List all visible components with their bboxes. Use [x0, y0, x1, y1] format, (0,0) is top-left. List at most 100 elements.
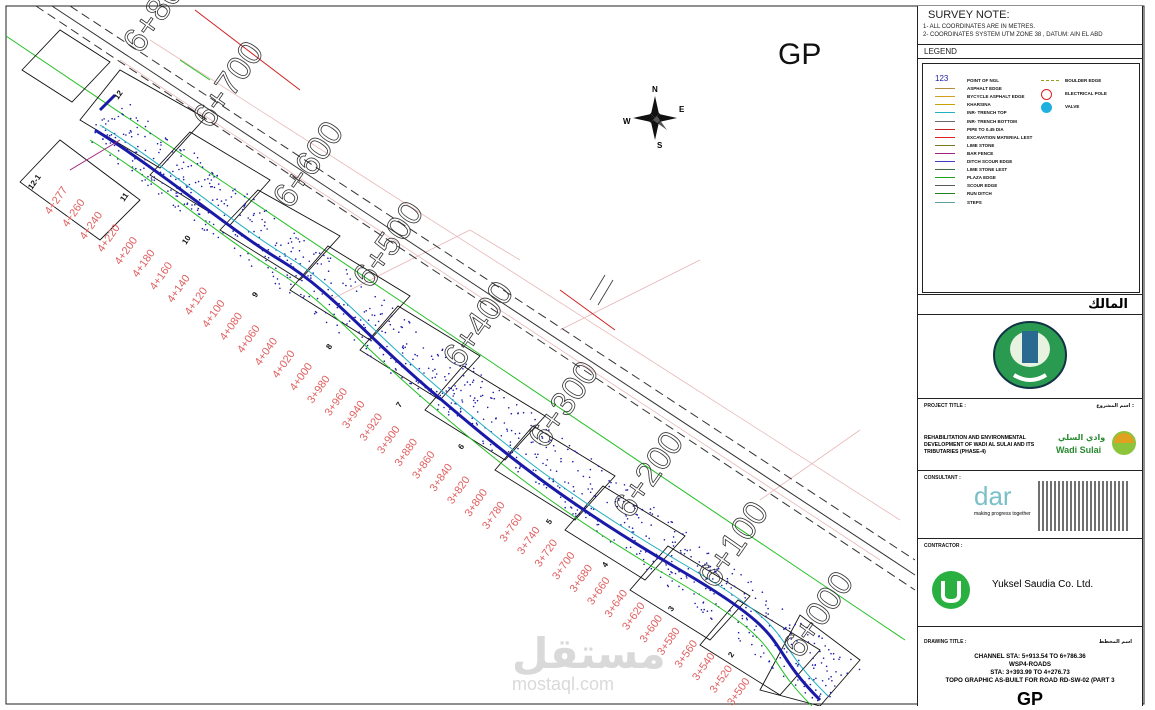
survey-point	[471, 381, 474, 384]
survey-point	[271, 271, 274, 274]
survey-point	[522, 411, 525, 414]
survey-point	[743, 592, 746, 595]
survey-point	[401, 352, 404, 354]
survey-point	[650, 524, 652, 526]
survey-point	[137, 133, 139, 136]
survey-point	[161, 182, 164, 184]
survey-point	[172, 170, 174, 173]
survey-point	[377, 320, 380, 323]
survey-point	[833, 658, 835, 660]
survey-point	[819, 693, 822, 695]
survey-point	[287, 242, 290, 244]
project-section: PROJECT TITLE : اسم المشروع : REHABILITA…	[918, 398, 1142, 470]
chainage-left-label: 3+740	[515, 525, 543, 557]
chainage-left-label: 4+060	[235, 323, 263, 355]
survey-point	[204, 178, 206, 181]
channel-lines	[69, 93, 829, 706]
survey-point	[186, 202, 189, 204]
legend-label: VALVE	[1065, 104, 1080, 109]
survey-point	[694, 602, 696, 605]
survey-point	[763, 652, 765, 654]
consultant-label: CONSULTANT :	[924, 475, 961, 481]
survey-point	[388, 320, 391, 323]
survey-point	[498, 389, 501, 392]
legend-label: INR- TRENCH TOP	[967, 110, 1007, 116]
survey-point	[153, 176, 156, 178]
survey-point	[737, 637, 740, 640]
survey-point	[700, 609, 703, 611]
survey-point	[217, 183, 220, 185]
survey-point	[831, 680, 833, 682]
survey-point	[106, 134, 109, 136]
survey-point	[272, 275, 275, 278]
survey-point	[125, 134, 127, 136]
chainage-left-label: 4+040	[253, 336, 281, 368]
survey-point	[418, 367, 421, 370]
chainage-top-label: 6+000	[775, 565, 861, 665]
survey-point	[208, 221, 211, 223]
survey-point	[515, 466, 517, 469]
survey-point	[588, 476, 591, 479]
survey-point	[572, 460, 574, 463]
survey-point	[147, 175, 149, 178]
chainage-left-label: 3+520	[708, 663, 736, 695]
survey-point	[558, 486, 561, 489]
chainage-top-label: 6+200	[605, 425, 691, 525]
legend-label: DITCH SCOUR EDGE	[967, 159, 1013, 164]
survey-point	[230, 196, 233, 198]
survey-point	[216, 198, 218, 201]
survey-point	[263, 210, 266, 213]
survey-point	[670, 521, 672, 523]
consultant-section: CONSULTANT : dar making progress togethe…	[918, 470, 1142, 538]
survey-point	[493, 397, 496, 400]
legend-symbol	[935, 177, 955, 179]
survey-point	[349, 278, 352, 280]
survey-point	[665, 564, 667, 566]
survey-point	[158, 151, 160, 154]
legend-label: KHARSINA	[967, 102, 991, 108]
survey-point	[135, 117, 138, 119]
survey-point	[460, 389, 462, 392]
legend-label: LIME STONE	[967, 142, 995, 148]
legend-symbol	[1041, 102, 1052, 113]
survey-point	[181, 167, 183, 170]
survey-point	[182, 176, 185, 178]
survey-point	[252, 214, 255, 217]
green-boundary-short	[179, 59, 211, 81]
survey-point	[360, 286, 363, 288]
survey-point	[564, 501, 566, 503]
survey-point	[476, 424, 479, 426]
chainage-left-label: 3+940	[340, 399, 368, 431]
drawing-title-label: DRAWING TITLE :	[924, 639, 967, 645]
survey-point	[232, 189, 234, 192]
gp-bottom: GP	[1016, 689, 1043, 709]
survey-point	[108, 134, 111, 137]
survey-point	[342, 282, 344, 285]
survey-point	[318, 252, 321, 254]
survey-point	[178, 168, 180, 171]
survey-point	[386, 345, 388, 348]
yuksel-logo	[932, 571, 970, 609]
legend-symbol	[1041, 89, 1052, 100]
survey-point	[663, 539, 666, 541]
survey-point	[649, 508, 652, 510]
survey-point	[193, 219, 196, 221]
survey-point	[417, 382, 420, 384]
survey-note-title: SURVEY NOTE:	[928, 9, 1010, 21]
survey-point	[290, 283, 292, 286]
survey-point	[198, 213, 201, 215]
survey-point	[176, 195, 179, 197]
legend-symbol	[935, 152, 955, 154]
sheet-number-label: 2	[726, 650, 736, 659]
survey-point	[824, 645, 826, 647]
survey-point	[764, 604, 767, 606]
survey-point	[408, 322, 411, 324]
survey-point	[461, 399, 463, 401]
survey-point	[590, 458, 593, 460]
survey-point	[175, 192, 177, 194]
survey-point	[511, 451, 514, 454]
survey-point	[400, 326, 403, 328]
survey-point	[534, 453, 536, 456]
survey-point	[808, 677, 810, 680]
survey-point	[450, 387, 453, 390]
